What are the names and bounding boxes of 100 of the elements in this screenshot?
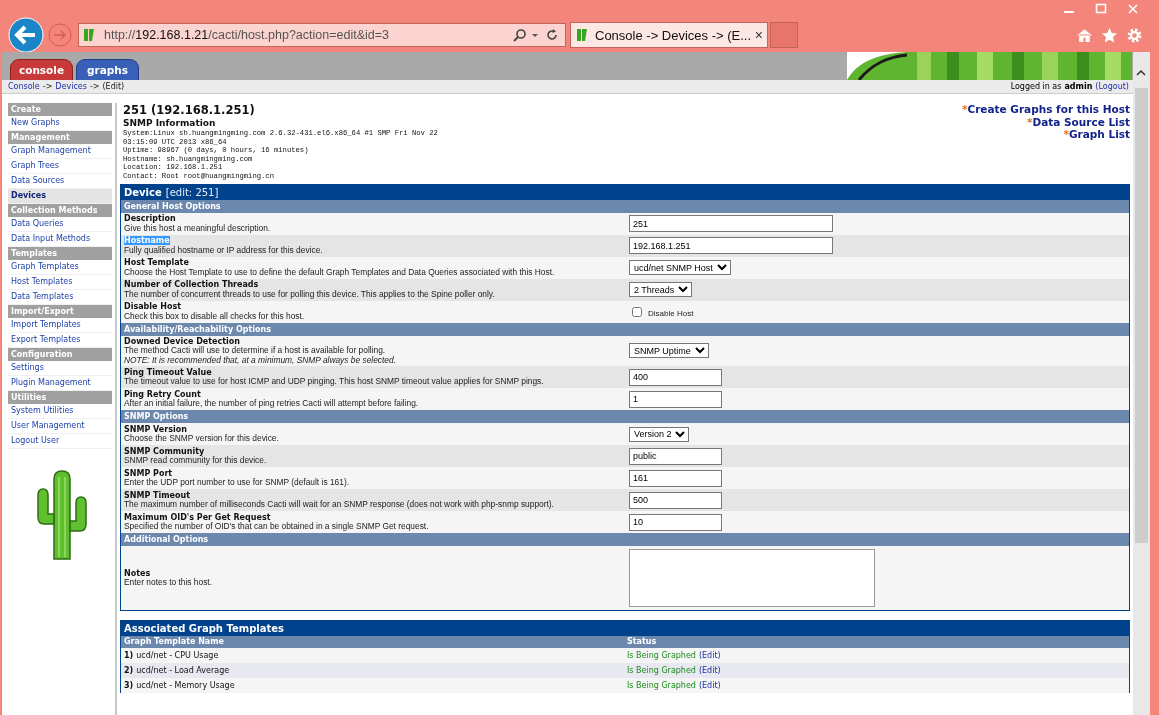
breadcrumb-separator: -> — [42, 82, 53, 91]
sidebar-item[interactable]: Settings — [8, 361, 112, 376]
sidebar-item[interactable]: Graph Management — [8, 144, 112, 159]
text-field[interactable]: 500 — [629, 491, 722, 509]
sidebar-heading: Management — [8, 131, 112, 144]
sidebar-item[interactable]: Import Templates — [8, 318, 112, 333]
dropdown[interactable]: 2 Threads — [629, 282, 692, 298]
browser-tab[interactable]: Console -> Devices -> (E... × — [570, 22, 768, 48]
forward-button[interactable] — [48, 23, 72, 47]
text-field[interactable]: 1 — [629, 390, 722, 408]
dropdown[interactable]: Version 2 — [629, 426, 689, 442]
breadcrumb-link[interactable]: Console — [8, 82, 40, 91]
status-text: Is Being Graphed — [627, 680, 696, 693]
template-name: ucd/net - CPU Usage — [136, 650, 219, 663]
sidebar-item[interactable]: Graph Trees — [8, 159, 112, 174]
column-header: Status — [626, 636, 658, 649]
asterisk-mark: * — [1026, 115, 1033, 128]
form-title: Device — [124, 185, 162, 200]
new-tab-button[interactable] — [770, 22, 798, 48]
field-description: Enter the UDP port number to use for SNMP (default is 161). — [124, 478, 350, 488]
sidebar-item[interactable]: System Utilities — [8, 404, 112, 419]
text-field[interactable]: 192.168.1.251 — [629, 237, 833, 255]
scroll-up-icon[interactable] — [1136, 68, 1146, 78]
notes-field[interactable] — [629, 549, 875, 608]
sidebar-item[interactable]: Logout User — [8, 434, 112, 449]
settings-icon[interactable] — [1126, 26, 1143, 44]
tab-close-button[interactable]: × — [754, 27, 763, 43]
table-title: Associated Graph Templates — [124, 622, 284, 637]
field-label: Downed Device Detection — [124, 336, 241, 346]
edit-link[interactable]: (Edit) — [698, 678, 721, 694]
snmp-info-heading: SNMP Information — [123, 118, 217, 129]
template-name: ucd/net - Memory Usage — [136, 680, 235, 693]
breadcrumb-separator: -> — [89, 82, 100, 91]
home-icon[interactable] — [1076, 26, 1093, 44]
logout-link[interactable]: (Logout) — [1095, 82, 1129, 91]
action-link[interactable]: Data Source List — [1032, 115, 1130, 128]
field-description: Choose the Host Template to use to define the default Graph Templates and Data Queries associated with this Host. — [124, 267, 556, 278]
field-description: The number of concurrent threads to use for polling this device. This applies to the Spine poller only. — [124, 289, 496, 300]
field-label: SNMP Community — [124, 446, 205, 457]
breadcrumb-current: (Edit) — [102, 82, 125, 91]
star-icon[interactable] — [1101, 26, 1118, 44]
edit-link[interactable]: (Edit) — [698, 663, 721, 679]
nav-tab[interactable]: console — [10, 59, 73, 80]
field-description: The timeout value to use for host ICMP and UDP pinging. This host SNMP timeout value applies for SNMP pings. — [124, 377, 545, 387]
field-label: Ping Timeout Value — [124, 367, 213, 378]
text-field[interactable]: 400 — [629, 368, 722, 386]
sidebar-heading: Collection Methods — [8, 204, 112, 217]
search-icon[interactable] — [513, 28, 527, 42]
asterisk-mark: * — [1063, 128, 1069, 140]
maximize-icon[interactable] — [1095, 3, 1107, 15]
user-name: admin — [1064, 82, 1093, 91]
field-label: SNMP Timeout — [124, 490, 192, 500]
status-text: Is Being Graphed — [627, 665, 696, 678]
sidebar-item[interactable]: Devices — [8, 189, 112, 204]
sidebar-item[interactable]: Data Queries — [8, 217, 112, 232]
close-icon[interactable] — [1127, 3, 1139, 15]
sidebar-item[interactable]: Graph Templates — [8, 260, 112, 275]
sidebar-item[interactable]: User Management — [8, 419, 112, 434]
field-label: Ping Retry Count — [124, 389, 201, 400]
status-text: Is Being Graphed — [627, 650, 696, 663]
nav-tab[interactable]: graphs — [76, 59, 139, 80]
field-description: Check this box to disable all checks for this host. — [124, 311, 306, 322]
sidebar-heading: Create — [8, 103, 112, 116]
scrollbar[interactable] — [1133, 52, 1150, 715]
field-label: Number of Collection Threads — [124, 280, 260, 290]
text-field[interactable]: public — [629, 447, 722, 465]
sidebar-item[interactable]: Host Templates — [8, 275, 112, 290]
field-description: Specified the number of OID's that can be obtained in a single SNMP Get request. — [124, 522, 430, 532]
text-field[interactable]: 251 — [629, 215, 833, 233]
field-description: The maximum number of milliseconds Cacti will wait for an SNMP response (does not work with php-snmp support). — [124, 500, 555, 510]
section-header: SNMP Options — [121, 410, 1129, 424]
host-title: 251 (192.168.1.251) — [123, 103, 256, 117]
row-index: 2) — [124, 665, 134, 678]
action-link[interactable]: Create Graphs for this Host — [967, 103, 1130, 115]
checkbox[interactable] — [632, 306, 642, 317]
action-link[interactable]: Graph List — [1068, 128, 1130, 140]
section-header: Additional Options — [121, 533, 1129, 547]
dropdown[interactable]: SNMP Uptime — [629, 343, 709, 359]
breadcrumb-link[interactable]: Devices — [55, 82, 87, 91]
edit-link[interactable]: (Edit) — [698, 648, 721, 664]
back-button[interactable] — [8, 17, 44, 53]
field-label: Maximum OID's Per Get Request — [124, 512, 271, 523]
sidebar-heading: Utilities — [8, 391, 112, 404]
dropdown[interactable]: ucd/net SNMP Host — [629, 260, 731, 276]
field-description: Give this host a meaningful description. — [124, 223, 272, 234]
row-index: 1) — [124, 650, 134, 663]
refresh-icon[interactable] — [545, 28, 559, 42]
template-name: ucd/net - Load Average — [136, 665, 230, 678]
field-description: The method Cacti will use to determine if a host is available for polling. — [124, 346, 387, 356]
field-label: Disable Host — [124, 302, 182, 312]
field-description: Enter notes to this host. — [124, 578, 213, 588]
text-field[interactable]: 161 — [629, 469, 722, 487]
dropdown-icon[interactable] — [531, 31, 539, 39]
address-bar[interactable]: http://192.168.1.21/cacti/host.php?action=edit&id=3 — [78, 23, 566, 47]
field-note: NOTE: It is recommended that, at a minimum, SNMP always be selected. — [124, 355, 397, 366]
text-field[interactable]: 10 — [629, 513, 722, 531]
field-description: SNMP read community for this device. — [124, 456, 268, 466]
tab-title: Console -> Devices -> (E... — [595, 27, 753, 43]
login-label: Logged in as — [1010, 82, 1062, 91]
url-text: http://192.168.1.21/cacti/host.php?action=edit&id=3 — [104, 28, 390, 42]
